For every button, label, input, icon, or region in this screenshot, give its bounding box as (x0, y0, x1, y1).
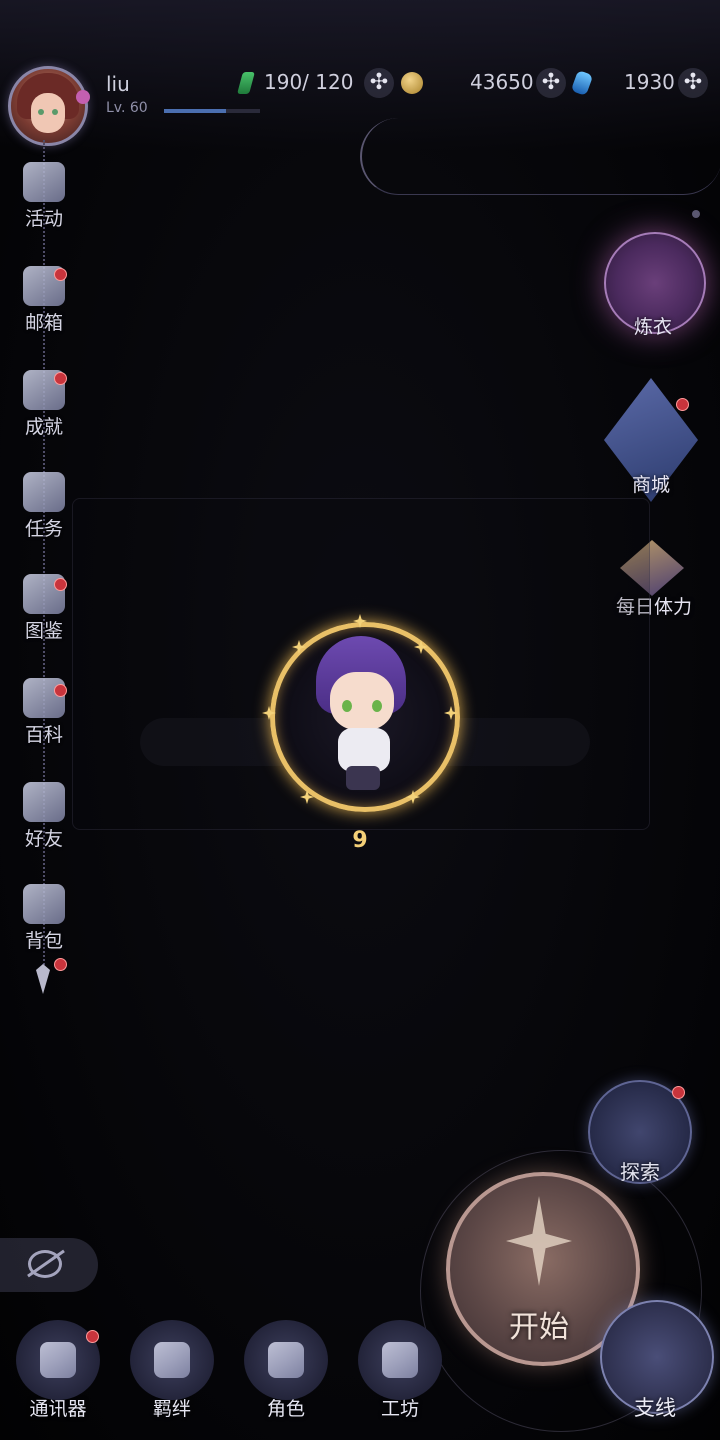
chibi-eye (342, 700, 352, 712)
forge-outfit-label-wrap: 炼衣 (604, 312, 702, 339)
bag-icon (23, 884, 65, 924)
nav-workshop[interactable]: 工坊 (350, 1318, 450, 1438)
chibi-face (330, 672, 394, 730)
add-coins-button[interactable]: ✣ (536, 68, 566, 98)
gem-value: 1930 (624, 70, 675, 94)
coin-value: 43650 (470, 70, 534, 94)
xp-bar-fill (164, 109, 227, 113)
side-story-label: 支线 (634, 1396, 676, 1420)
sidebar-expand-badge (54, 958, 67, 971)
loading-count: 9 (352, 828, 368, 853)
scroll-indicator (692, 210, 700, 218)
decorative-arc (360, 118, 720, 195)
stamina-value: 190/ 120 (264, 70, 354, 94)
sidebar-item-tasks[interactable]: 任务 (14, 472, 74, 552)
xp-bar (164, 109, 260, 113)
mail-notification-badge (54, 268, 67, 281)
explore-label: 探索 (620, 1160, 660, 1184)
encyclopedia-notification-badge (54, 684, 67, 697)
heart-icon (130, 1320, 214, 1400)
handshake-icon (23, 782, 65, 822)
character-icon (244, 1320, 328, 1400)
sidebar-item-label: 活动 (24, 208, 63, 230)
shop-label-wrap: 商城 (604, 470, 698, 497)
nav-characters[interactable]: 角色 (236, 1318, 336, 1438)
sidebar-item-events[interactable]: 活动 (14, 162, 74, 242)
shop-notification-badge (676, 398, 689, 411)
gear-icon (358, 1320, 442, 1400)
achievements-notification-badge (54, 372, 67, 385)
sidebar-item-label: 任务 (24, 518, 63, 540)
megaphone-icon (23, 162, 65, 202)
sidebar-item-label: 背包 (24, 930, 63, 952)
shop-label: 商城 (631, 474, 670, 496)
coin-icon (401, 72, 423, 94)
sidebar-item-friends[interactable]: 好友 (14, 782, 74, 862)
player-avatar[interactable] (8, 66, 88, 146)
add-gems-button[interactable]: ✣ (678, 68, 708, 98)
sidebar-item-label: 好友 (24, 828, 63, 850)
hide-ui-toggle[interactable] (0, 1238, 98, 1292)
checklist-icon (23, 472, 65, 512)
forge-outfit-label: 炼衣 (633, 316, 672, 338)
chibi-legs (346, 766, 380, 790)
sidebar-item-label: 成就 (24, 416, 63, 438)
player-level: Lv. 60 (106, 100, 148, 116)
chibi-eye (372, 700, 382, 712)
explore-notification-badge (672, 1086, 685, 1099)
flower-icon (76, 90, 90, 104)
communicator-notification-badge (86, 1330, 99, 1343)
sidebar-item-label: 百科 (24, 724, 63, 746)
sidebar-expand-icon[interactable] (36, 964, 50, 994)
codex-notification-badge (54, 578, 67, 591)
add-stamina-button[interactable]: ✣ (364, 68, 394, 98)
sidebar-item-bag[interactable]: 背包 (14, 884, 74, 964)
sidebar-item-label: 邮箱 (24, 312, 63, 334)
player-name: liu (106, 72, 130, 96)
nav-bonds[interactable]: 羁绊 (122, 1318, 222, 1438)
sidebar-item-label: 图鉴 (24, 620, 63, 642)
